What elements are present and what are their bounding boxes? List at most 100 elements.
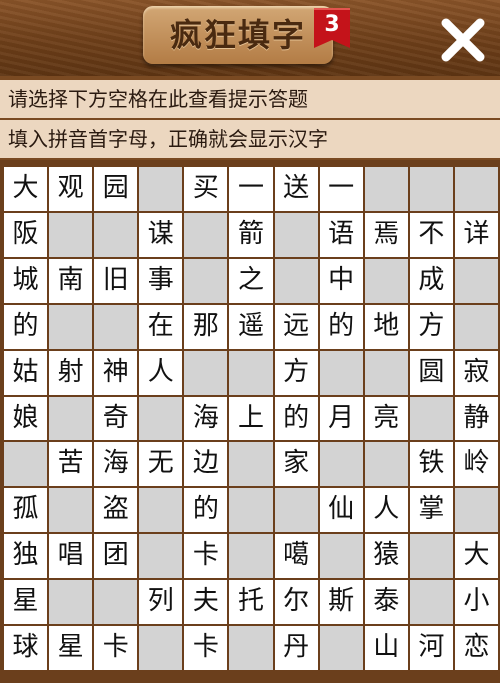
grid-cell-filled[interactable]: 人 xyxy=(363,487,409,534)
grid-cell-empty[interactable] xyxy=(408,579,454,626)
grid-cell-filled[interactable]: 丹 xyxy=(273,625,319,671)
grid-cell-empty[interactable] xyxy=(228,533,274,580)
grid-cell-empty[interactable] xyxy=(453,166,499,212)
grid-cell-filled[interactable]: 盗 xyxy=(93,487,139,534)
grid-cell-filled[interactable]: 泰 xyxy=(363,579,409,626)
grid-cell-empty[interactable] xyxy=(48,303,94,350)
grid-cell-filled[interactable]: 小 xyxy=(453,579,499,626)
grid-cell-filled[interactable]: 送 xyxy=(273,166,319,212)
grid-cell-empty[interactable] xyxy=(318,441,364,488)
grid-cell-empty[interactable] xyxy=(273,487,319,534)
grid-cell-empty[interactable] xyxy=(183,257,229,304)
grid-cell-filled[interactable]: 的 xyxy=(318,303,364,350)
grid-cell-empty[interactable] xyxy=(93,303,139,350)
grid-cell-filled[interactable]: 星 xyxy=(3,579,49,626)
grid-cell-filled[interactable]: 卡 xyxy=(93,625,139,671)
grid-cell-filled[interactable]: 那 xyxy=(183,303,229,350)
grid-cell-filled[interactable]: 园 xyxy=(93,166,139,212)
grid-cell-empty[interactable] xyxy=(48,579,94,626)
grid-cell-filled[interactable]: 海 xyxy=(183,395,229,442)
grid-cell-filled[interactable]: 奇 xyxy=(93,395,139,442)
grid-cell-filled[interactable]: 月 xyxy=(318,395,364,442)
grid-cell-filled[interactable]: 卡 xyxy=(183,533,229,580)
grid-cell-filled[interactable]: 之 xyxy=(228,257,274,304)
grid-cell-filled[interactable]: 的 xyxy=(183,487,229,534)
grid-cell-filled[interactable]: 焉 xyxy=(363,211,409,258)
grid-cell-empty[interactable] xyxy=(363,349,409,396)
grid-cell-filled[interactable]: 详 xyxy=(453,211,499,258)
grid-cell-filled[interactable]: 一 xyxy=(228,166,274,212)
grid-cell-filled[interactable]: 娘 xyxy=(3,395,49,442)
grid-cell-empty[interactable] xyxy=(453,257,499,304)
grid-cell-filled[interactable]: 铁 xyxy=(408,441,454,488)
close-button[interactable] xyxy=(438,15,488,65)
grid-cell-empty[interactable] xyxy=(228,441,274,488)
grid-cell-filled[interactable]: 不 xyxy=(408,211,454,258)
grid-cell-filled[interactable]: 夫 xyxy=(183,579,229,626)
grid-cell-empty[interactable] xyxy=(138,166,184,212)
grid-cell-filled[interactable]: 孤 xyxy=(3,487,49,534)
grid-cell-filled[interactable]: 远 xyxy=(273,303,319,350)
grid-cell-filled[interactable]: 在 xyxy=(138,303,184,350)
crossword-grid[interactable]: 大观园买一送一阪谋箭语焉不详城南旧事之中成的在那遥远的地方姑射神人方圆寂娘奇海上… xyxy=(3,166,499,671)
grid-cell-empty[interactable] xyxy=(363,441,409,488)
grid-cell-empty[interactable] xyxy=(48,395,94,442)
grid-cell-filled[interactable]: 的 xyxy=(3,303,49,350)
grid-cell-filled[interactable]: 买 xyxy=(183,166,229,212)
grid-cell-empty[interactable] xyxy=(48,487,94,534)
grid-cell-empty[interactable] xyxy=(138,533,184,580)
grid-cell-filled[interactable]: 人 xyxy=(138,349,184,396)
grid-cell-filled[interactable]: 亮 xyxy=(363,395,409,442)
grid-cell-empty[interactable] xyxy=(318,349,364,396)
grid-cell-filled[interactable]: 方 xyxy=(273,349,319,396)
grid-cell-filled[interactable]: 遥 xyxy=(228,303,274,350)
grid-cell-empty[interactable] xyxy=(3,441,49,488)
grid-cell-filled[interactable]: 星 xyxy=(48,625,94,671)
grid-cell-filled[interactable]: 语 xyxy=(318,211,364,258)
grid-cell-empty[interactable] xyxy=(48,211,94,258)
grid-cell-filled[interactable]: 团 xyxy=(93,533,139,580)
grid-cell-filled[interactable]: 苦 xyxy=(48,441,94,488)
grid-cell-filled[interactable]: 上 xyxy=(228,395,274,442)
grid-cell-filled[interactable]: 城 xyxy=(3,257,49,304)
grid-cell-filled[interactable]: 列 xyxy=(138,579,184,626)
grid-cell-empty[interactable] xyxy=(273,257,319,304)
grid-cell-filled[interactable]: 阪 xyxy=(3,211,49,258)
grid-cell-filled[interactable]: 箭 xyxy=(228,211,274,258)
grid-cell-filled[interactable]: 唱 xyxy=(48,533,94,580)
grid-cell-filled[interactable]: 射 xyxy=(48,349,94,396)
grid-cell-filled[interactable]: 大 xyxy=(453,533,499,580)
grid-cell-empty[interactable] xyxy=(138,487,184,534)
grid-cell-empty[interactable] xyxy=(363,257,409,304)
grid-cell-filled[interactable]: 家 xyxy=(273,441,319,488)
grid-cell-empty[interactable] xyxy=(363,166,409,212)
grid-cell-empty[interactable] xyxy=(138,625,184,671)
grid-cell-empty[interactable] xyxy=(453,303,499,350)
grid-cell-filled[interactable]: 的 xyxy=(273,395,319,442)
grid-cell-empty[interactable] xyxy=(228,625,274,671)
grid-cell-empty[interactable] xyxy=(228,349,274,396)
grid-cell-filled[interactable]: 南 xyxy=(48,257,94,304)
grid-cell-filled[interactable]: 中 xyxy=(318,257,364,304)
grid-cell-empty[interactable] xyxy=(453,487,499,534)
grid-cell-filled[interactable]: 方 xyxy=(408,303,454,350)
grid-cell-empty[interactable] xyxy=(183,349,229,396)
grid-cell-empty[interactable] xyxy=(318,533,364,580)
grid-cell-filled[interactable]: 事 xyxy=(138,257,184,304)
grid-cell-filled[interactable]: 观 xyxy=(48,166,94,212)
grid-cell-filled[interactable]: 掌 xyxy=(408,487,454,534)
grid-cell-empty[interactable] xyxy=(408,166,454,212)
grid-cell-filled[interactable]: 姑 xyxy=(3,349,49,396)
grid-cell-filled[interactable]: 大 xyxy=(3,166,49,212)
grid-cell-filled[interactable]: 旧 xyxy=(93,257,139,304)
grid-cell-filled[interactable]: 一 xyxy=(318,166,364,212)
grid-cell-filled[interactable]: 静 xyxy=(453,395,499,442)
grid-cell-filled[interactable]: 卡 xyxy=(183,625,229,671)
grid-cell-filled[interactable]: 岭 xyxy=(453,441,499,488)
grid-cell-filled[interactable]: 河 xyxy=(408,625,454,671)
grid-cell-filled[interactable]: 成 xyxy=(408,257,454,304)
grid-cell-filled[interactable]: 仙 xyxy=(318,487,364,534)
grid-cell-filled[interactable]: 谋 xyxy=(138,211,184,258)
grid-cell-filled[interactable]: 海 xyxy=(93,441,139,488)
grid-cell-filled[interactable]: 山 xyxy=(363,625,409,671)
